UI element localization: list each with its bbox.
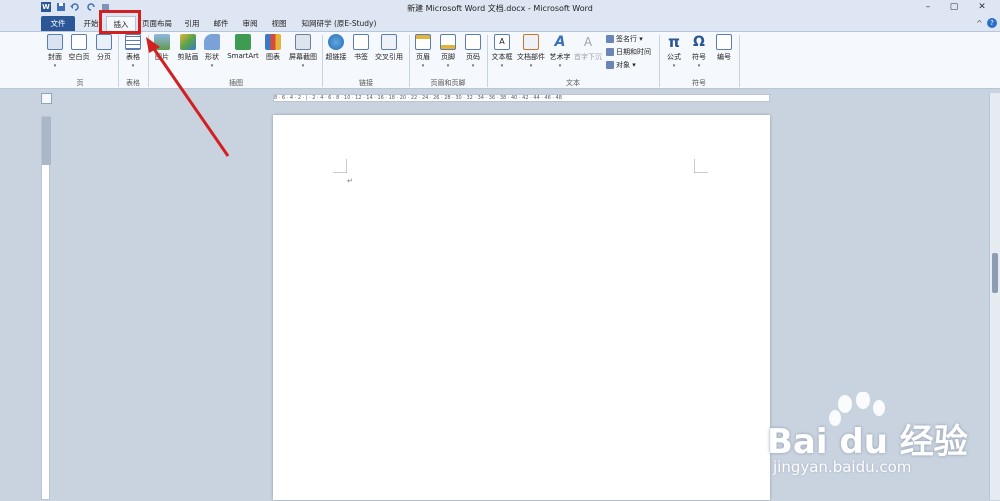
shapes-icon — [204, 34, 220, 50]
group-label-table: 表格 — [126, 79, 140, 87]
tab-review[interactable]: 审阅 — [239, 16, 261, 31]
footer-icon — [440, 34, 456, 50]
clipart-icon — [180, 34, 196, 50]
group-label-page: 页 — [76, 79, 84, 87]
page-number-button[interactable]: 页码 ▾ — [463, 34, 483, 69]
datetime-button[interactable]: 日期和时间 — [606, 47, 651, 57]
quick-parts-icon — [523, 34, 539, 50]
equation-button[interactable]: π 公式 ▾ — [663, 34, 685, 69]
wordart-button[interactable]: A 艺术字 ▾ — [548, 34, 572, 69]
document-page[interactable]: ↵ — [273, 115, 770, 500]
page-break-icon — [96, 34, 112, 50]
chart-button[interactable]: 图表 — [263, 34, 283, 62]
vertical-ruler[interactable] — [41, 116, 51, 500]
textbox-icon: A — [494, 34, 510, 50]
textbox-button[interactable]: A 文本框 ▾ — [490, 34, 514, 69]
group-label-text: 文本 — [566, 79, 580, 87]
help-icon[interactable]: ? — [987, 18, 997, 28]
blank-page-button[interactable]: 空白页 — [67, 34, 91, 62]
table-icon — [125, 34, 141, 50]
collapse-ribbon-icon[interactable]: ^ — [976, 19, 983, 28]
chart-icon — [265, 34, 281, 50]
numbering-icon — [716, 34, 732, 50]
cross-reference-button[interactable]: 交叉引用 — [373, 34, 405, 62]
minimize-button[interactable]: – — [918, 1, 938, 14]
symbol-button[interactable]: Ω 符号 ▾ — [688, 34, 710, 69]
page-number-icon — [465, 34, 481, 50]
scroll-thumb[interactable] — [992, 253, 998, 293]
calendar-icon — [606, 48, 614, 56]
group-separator — [148, 35, 149, 87]
group-separator — [118, 35, 119, 87]
watermark-url: jingyan.baidu.com — [773, 458, 912, 476]
header-button[interactable]: 页眉 ▾ — [413, 34, 433, 69]
watermark-brand: Bai du 经验 — [767, 422, 968, 462]
screenshot-icon — [295, 34, 311, 50]
group-separator — [659, 35, 660, 87]
signature-line-button[interactable]: 签名行 ▾ — [606, 34, 643, 44]
picture-button[interactable]: 图片 — [152, 34, 172, 62]
pi-icon: π — [668, 33, 680, 51]
tab-selector-icon[interactable] — [41, 93, 52, 104]
ruler-ticks — [42, 117, 51, 165]
ruler-marks: 8 · 6 · 4 · 2 · | · 2 · 4 · 6 · 8 · 10 ·… — [274, 95, 562, 101]
dropcap-button[interactable]: A 首字下沉 — [573, 34, 603, 62]
shapes-button[interactable]: 形状 ▾ — [202, 34, 222, 69]
omega-icon: Ω — [693, 34, 705, 50]
tab-file[interactable]: 文件 — [41, 16, 75, 31]
group-label-symbols: 符号 — [692, 79, 706, 87]
smartart-icon — [235, 34, 251, 50]
picture-icon — [154, 34, 170, 50]
wordart-icon: A — [554, 34, 566, 50]
bookmark-icon — [353, 34, 369, 50]
group-label-links: 链接 — [359, 79, 373, 87]
maximize-button[interactable]: ▢ — [944, 1, 964, 14]
baidu-watermark: Bai du 经验 — [767, 391, 997, 492]
object-icon — [606, 61, 614, 69]
ribbon-insert: 封面 ▾ 空白页 分页 页 表格 ▾ 表格 图片 剪贴画 形状 ▾ SmartArt … — [0, 31, 1000, 89]
group-separator — [322, 35, 323, 87]
cover-button[interactable]: 封面 ▾ — [44, 34, 66, 69]
tab-page-layout[interactable]: 页面布局 — [141, 16, 173, 31]
crop-mark-top-right — [694, 159, 708, 173]
group-label-illustrations: 插图 — [229, 79, 243, 87]
horizontal-ruler[interactable]: 8 · 6 · 4 · 2 · | · 2 · 4 · 6 · 8 · 10 ·… — [273, 94, 770, 102]
page-break-button[interactable]: 分页 — [94, 34, 114, 62]
smartart-button[interactable]: SmartArt — [226, 34, 260, 60]
hyperlink-icon — [328, 34, 344, 50]
screenshot-button[interactable]: 屏幕截图 ▾ — [286, 34, 320, 69]
header-icon — [415, 34, 431, 50]
dropcap-icon: A — [583, 35, 593, 49]
cover-page-icon — [47, 34, 63, 50]
title-bar: W 新建 Microsoft Word 文档.docx - Microsoft … — [0, 0, 1000, 16]
cross-reference-icon — [381, 34, 397, 50]
close-button[interactable]: ✕ — [972, 1, 992, 14]
ribbon-tabs: 文件 开始 插入 页面布局 引用 邮件 审阅 视图 知网研学 (原E-Study… — [0, 16, 1000, 31]
annotation-highlight-box — [99, 10, 141, 34]
group-separator — [739, 35, 740, 87]
paragraph-mark-icon: ↵ — [347, 177, 353, 185]
object-button[interactable]: 对象 ▾ — [606, 60, 636, 70]
signature-icon — [606, 35, 614, 43]
hyperlink-button[interactable]: 超链接 — [324, 34, 348, 62]
table-button[interactable]: 表格 ▾ — [122, 34, 144, 69]
quick-parts-button[interactable]: 文档部件 ▾ — [516, 34, 546, 69]
window-title: 新建 Microsoft Word 文档.docx - Microsoft Wo… — [407, 4, 593, 13]
tab-mailings[interactable]: 邮件 — [210, 16, 232, 31]
numbering-button[interactable]: 编号 — [713, 34, 735, 62]
clipart-button[interactable]: 剪贴画 — [176, 34, 200, 62]
tab-references[interactable]: 引用 — [181, 16, 203, 31]
blank-page-icon — [71, 34, 87, 50]
bookmark-button[interactable]: 书签 — [352, 34, 370, 62]
group-label-header-footer: 页眉和页脚 — [430, 79, 466, 87]
tab-view[interactable]: 视图 — [268, 16, 290, 31]
tab-estudy[interactable]: 知网研学 (原E-Study) — [297, 16, 381, 31]
crop-mark-top-left — [333, 159, 347, 173]
footer-button[interactable]: 页脚 ▾ — [438, 34, 458, 69]
